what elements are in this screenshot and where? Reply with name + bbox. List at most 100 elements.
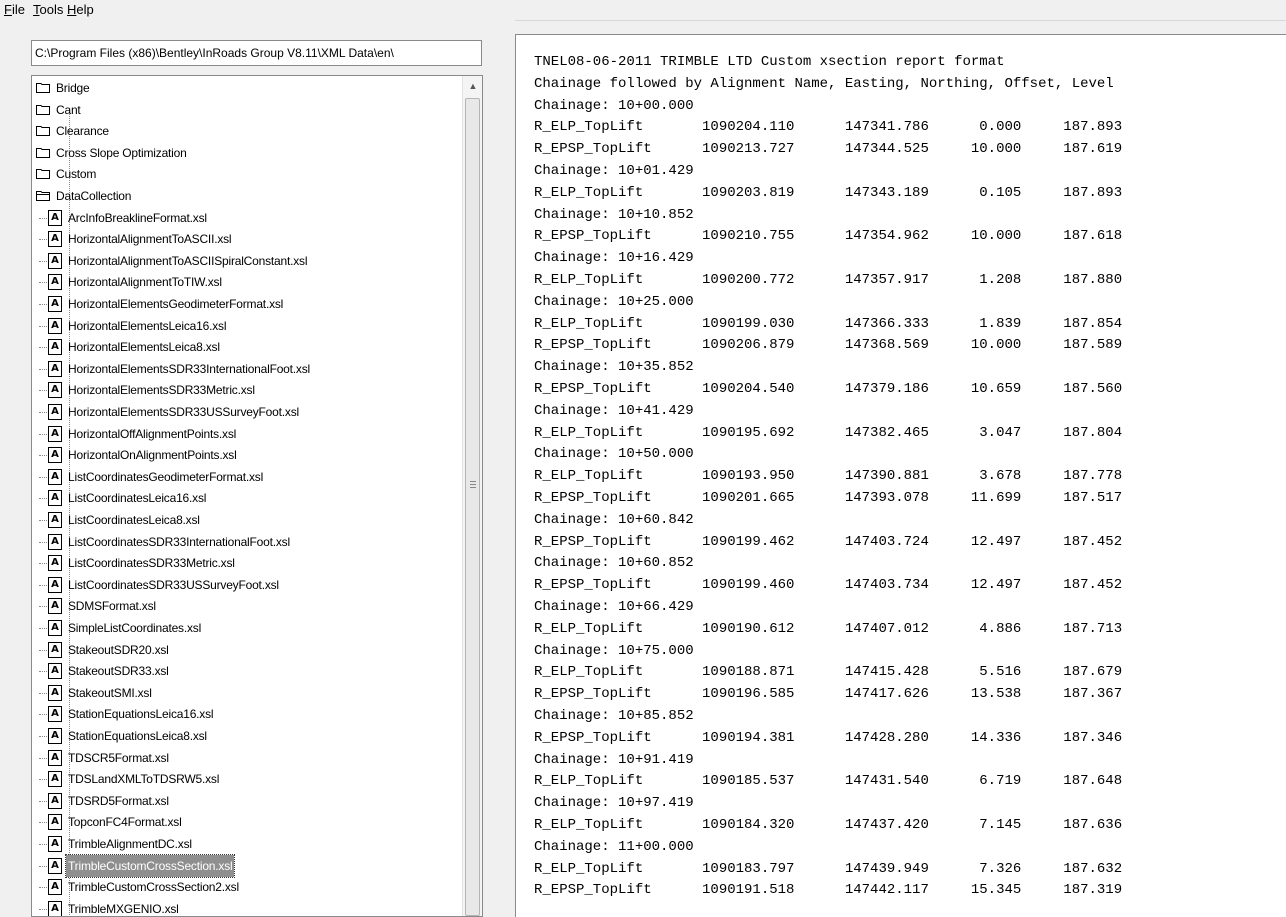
chainage-line: Chainage: 10+60.852: [534, 555, 694, 572]
xsl-file-icon: A: [48, 533, 62, 550]
xsl-file-icon: A: [48, 706, 62, 723]
tree-connector-branch: [39, 455, 47, 457]
tree-connector-branch: [39, 887, 47, 889]
folder-icon: [36, 83, 50, 93]
xsl-file-icon: A: [48, 576, 62, 593]
tree-connector-branch: [39, 757, 47, 759]
open-folder-icon: [36, 191, 50, 201]
xsl-file-icon: A: [48, 857, 62, 874]
chainage-line: Chainage: 10+41.429: [534, 402, 694, 419]
tree-connector-branch: [39, 714, 47, 716]
file-tree[interactable]: ▲ Bridge Cant Clearance Cross Slope Optimiz…: [31, 75, 483, 917]
xsl-file-icon: A: [48, 447, 62, 464]
tree-item-label: TrimbleAlignmentDC.xsl: [68, 837, 192, 851]
tree-connector-branch: [39, 844, 47, 845]
menu-tools[interactable]: Tools: [33, 2, 63, 17]
tree-item-label: TrimbleCustomCrossSection2.xsl: [68, 880, 239, 895]
tree-connector-branch: [39, 325, 47, 327]
xsl-file-icon: A: [48, 749, 62, 766]
tree-connector-branch: [39, 563, 47, 565]
report-line: R_ELP_TopLift 1090203.819 147343.189 0.1…: [534, 184, 1123, 201]
xsl-file-icon: A: [48, 490, 62, 507]
tree-item-label: DataCollection: [56, 189, 132, 203]
xsl-file-icon: A: [48, 620, 62, 636]
tree-connector-branch: [39, 822, 47, 824]
tree-connector-branch: [39, 628, 47, 629]
tree-item-label: HorizontalAlignmentToASCIISpiralConstant…: [68, 253, 308, 268]
report-line: TNEL08-06-2011 TRIMBLE LTD Custom xsecti…: [534, 54, 1005, 70]
report-output[interactable]: TNEL08-06-2011 TRIMBLE LTD Custom xsecti…: [515, 34, 1286, 917]
tree-item-label: HorizontalOffAlignmentPoints.xsl: [68, 426, 237, 441]
xsl-file-icon: A: [48, 296, 62, 312]
tree-item-label: ListCoordinatesSDR33InternationalFoot.xs…: [68, 534, 290, 549]
menu-file[interactable]: File: [4, 2, 25, 17]
tree-item-label: StakeoutSDR20.xsl: [68, 642, 169, 657]
tree-connector-branch: [39, 304, 47, 305]
pane-splitter[interactable]: [497, 20, 515, 917]
tree-connector-branch: [39, 779, 47, 781]
chainage-line: Chainage: 10+85.852: [534, 708, 694, 724]
chainage-line: Chainage: 10+91.419: [534, 751, 694, 768]
tree-item-label: TrimbleMXGENIO.xsl: [68, 901, 179, 916]
tree-connector-branch: [39, 412, 47, 413]
chainage-line: Chainage: 10+97.419: [534, 795, 694, 812]
xsl-file-icon: A: [48, 468, 62, 485]
tree-connector-branch: [39, 282, 47, 284]
tree-connector-branch: [39, 347, 47, 349]
chainage-line: Chainage: 10+66.429: [534, 599, 694, 615]
xsl-file-icon: A: [48, 684, 62, 701]
report-line: R_ELP_TopLift 1090193.950 147390.881 3.6…: [534, 468, 1123, 485]
report-line: Chainage followed by Alignment Name, Eas…: [534, 75, 1114, 92]
scroll-thumb[interactable]: [465, 98, 480, 916]
report-line: R_ELP_TopLift 1090190.612 147407.012 4.8…: [534, 620, 1123, 637]
report-line: R_EPSP_TopLift 1090194.381 147428.280 14…: [534, 729, 1123, 746]
xsl-file-icon: A: [48, 900, 62, 916]
tree-item-label: ListCoordinatesGeodimeterFormat.xsl: [68, 469, 264, 484]
xsl-file-icon: A: [48, 360, 62, 377]
menu-help[interactable]: Help: [67, 2, 94, 17]
tree-item-label: HorizontalElementsSDR33Metric.xsl: [68, 383, 255, 398]
xsl-file-icon: A: [48, 274, 62, 291]
chainage-line: Chainage: 10+35.852: [534, 359, 694, 376]
tree-connector-branch: [39, 368, 47, 370]
tree-item-label: Bridge: [56, 81, 90, 95]
grip-line: [470, 481, 476, 482]
tree-connector-branch: [39, 520, 47, 521]
tree-vertical-scrollbar[interactable]: ▲: [462, 76, 482, 916]
xsl-file-icon: A: [48, 836, 62, 852]
scroll-up-arrow-icon[interactable]: ▲: [463, 76, 482, 96]
tree-item-label: TDSRD5Format.xsl: [68, 793, 169, 808]
chainage-line: Chainage: 10+60.842: [534, 511, 694, 528]
tree-item-label: HorizontalOnAlignmentPoints.xsl: [68, 448, 237, 463]
tree-connector-branch: [39, 736, 47, 737]
tree-item-label: Custom: [56, 167, 97, 182]
tree-connector-branch: [39, 692, 47, 694]
tree-item-label: ArcInfoBreaklineFormat.xsl: [68, 210, 207, 225]
xsl-file-icon: A: [48, 728, 62, 744]
xsl-file-icon: A: [48, 339, 62, 356]
tree-connector-branch: [39, 498, 47, 500]
chainage-line: Chainage: 10+75.000: [534, 642, 694, 659]
tree-item-label: HorizontalAlignmentToTIW.xsl: [68, 275, 222, 290]
report-line: R_EPSP_TopLift 1090206.879 147368.569 10…: [534, 337, 1123, 354]
tree-item-label: SDMSFormat.xsl: [68, 599, 156, 614]
xsl-file-icon: A: [48, 404, 62, 420]
tree-connector-branch: [39, 476, 47, 478]
xsl-file-icon: A: [48, 512, 62, 528]
xsl-file-icon: A: [48, 663, 62, 680]
tree-item-label: HorizontalElementsSDR33InternationalFoot…: [68, 361, 310, 376]
tree-connector-branch: [39, 865, 47, 867]
grip-line: [470, 484, 476, 485]
xsl-file-icon: A: [48, 209, 62, 226]
tree-item-label: TopconFC4Format.xsl: [68, 815, 182, 830]
chainage-line: Chainage: 10+25.000: [534, 293, 694, 310]
folder-icon: [36, 126, 50, 137]
tree-item-label: SimpleListCoordinates.xsl: [68, 621, 202, 635]
tree-item-label: StakeoutSDR33.xsl: [68, 664, 169, 679]
xml-data-path-field[interactable]: C:\Program Files (x86)\Bentley\InRoads G…: [31, 40, 482, 66]
tree-connector-branch: [39, 671, 47, 673]
tree-connector-branch: [39, 606, 47, 608]
chainage-line: Chainage: 10+50.000: [534, 446, 694, 463]
tree-connector-branch: [39, 649, 47, 651]
tree-item-label: Clearance: [56, 124, 109, 139]
